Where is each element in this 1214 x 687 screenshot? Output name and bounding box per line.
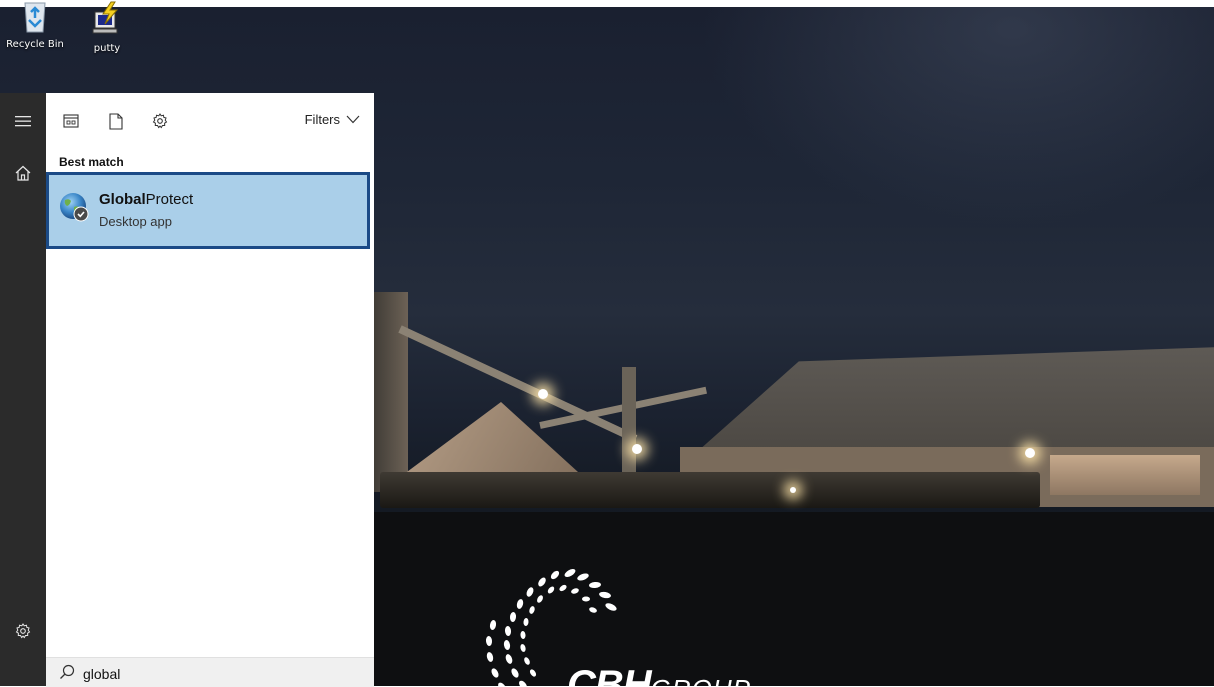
tab-apps[interactable] bbox=[60, 110, 82, 132]
wallpaper-light bbox=[790, 487, 796, 493]
search-toolbar: Filters bbox=[46, 93, 374, 149]
desktop-icon-recycle-bin[interactable]: Recycle Bin bbox=[0, 0, 70, 50]
result-title: GlobalProtect bbox=[99, 191, 193, 208]
hamburger-menu-icon bbox=[15, 116, 31, 127]
settings-button[interactable] bbox=[9, 617, 37, 645]
hamburger-menu-button[interactable] bbox=[9, 107, 37, 135]
result-title-bold: Global bbox=[99, 191, 146, 208]
cbh-logo-suffix: GROUP bbox=[651, 674, 751, 686]
desktop-icon-putty[interactable]: putty bbox=[72, 0, 142, 54]
wallpaper-light bbox=[632, 444, 642, 454]
cbh-logo-main: CBH bbox=[567, 663, 652, 686]
globalprotect-globe-icon bbox=[60, 193, 89, 222]
putty-icon bbox=[92, 1, 119, 34]
wallpaper-silo bbox=[370, 292, 408, 492]
best-match-result-globalprotect[interactable]: GlobalProtect Desktop app bbox=[46, 172, 370, 249]
desktop-icon-label: Recycle Bin bbox=[6, 39, 64, 50]
search-input[interactable]: global bbox=[83, 666, 120, 682]
recycle-bin-icon bbox=[24, 2, 46, 33]
wallpaper-tower bbox=[622, 367, 636, 487]
wallpaper-light bbox=[538, 389, 548, 399]
start-menu-rail bbox=[0, 93, 46, 686]
settings-icon bbox=[152, 113, 168, 129]
best-match-heading: Best match bbox=[59, 155, 124, 169]
wallpaper-light bbox=[1025, 448, 1035, 458]
chevron-down-icon bbox=[346, 115, 360, 124]
result-title-rest: Protect bbox=[145, 191, 194, 208]
tab-documents[interactable] bbox=[105, 110, 127, 132]
home-button[interactable] bbox=[9, 159, 37, 187]
filters-dropdown[interactable]: Filters bbox=[305, 112, 360, 127]
home-icon bbox=[15, 165, 31, 181]
search-box[interactable]: global bbox=[46, 657, 374, 687]
apps-icon bbox=[63, 114, 79, 128]
settings-gear-icon bbox=[15, 623, 31, 639]
documents-icon bbox=[109, 112, 123, 130]
tab-settings[interactable] bbox=[149, 110, 171, 132]
cbh-group-logo: CBHGROUP bbox=[475, 555, 775, 686]
desktop-icon-label: putty bbox=[93, 43, 121, 54]
cbh-logo-text: CBHGROUP bbox=[567, 663, 751, 686]
wallpaper-train bbox=[380, 472, 1040, 508]
search-results-panel: Filters Best match GlobalProtect Desktop… bbox=[46, 93, 374, 687]
wallpaper-sky bbox=[700, 7, 1214, 227]
filters-label: Filters bbox=[304, 112, 340, 127]
result-subtitle: Desktop app bbox=[99, 214, 172, 229]
search-icon bbox=[60, 664, 75, 679]
